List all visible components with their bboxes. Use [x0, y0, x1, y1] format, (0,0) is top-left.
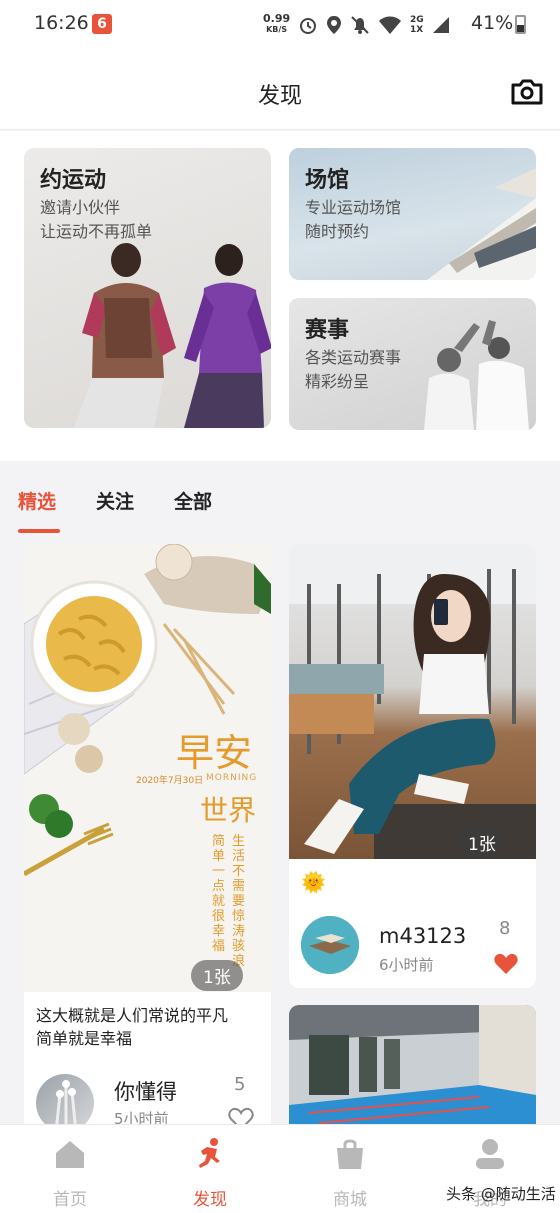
stadium-photo — [427, 168, 536, 280]
wifi-icon — [379, 16, 401, 34]
feature-subtitle-line: 专业运动场馆 — [305, 198, 402, 217]
heart-filled-icon[interactable] — [493, 952, 519, 976]
feature-section: 约运动 邀请小伙伴 让运动不再孤单 场馆 专业运动场馆 随时预约 赛事 各类运动… — [0, 131, 560, 461]
post-caption-line: 简单就是幸福 — [36, 1029, 133, 1048]
network-type: 2G 1X — [410, 15, 424, 35]
tab-following[interactable]: 关注 — [96, 487, 134, 514]
network-label-1x: 1X — [410, 25, 424, 35]
nav-label: 商城 — [333, 1190, 367, 1210]
tab-all[interactable]: 全部 — [174, 487, 212, 514]
feature-title: 场馆 — [305, 168, 350, 193]
like-count: 8 — [499, 918, 511, 939]
user-icon — [476, 1139, 504, 1169]
page-header: 发现 — [0, 50, 560, 130]
feature-card-event[interactable]: 赛事 各类运动赛事 精彩纷呈 — [289, 298, 536, 430]
feature-subtitle-line: 精彩纷呈 — [305, 372, 370, 391]
battery-icon — [515, 15, 526, 34]
home-icon — [56, 1141, 84, 1168]
image-verse-left: 简单一点就很幸福 — [212, 834, 226, 954]
nav-label: 首页 — [53, 1190, 87, 1210]
signal-icon — [432, 17, 449, 33]
gym-selfie-photo — [289, 544, 536, 859]
battery-percent: 41% — [471, 12, 514, 34]
nav-label: 发现 — [193, 1190, 227, 1210]
feature-title: 赛事 — [305, 318, 350, 343]
players-photo — [424, 320, 529, 430]
location-icon — [327, 16, 341, 34]
feature-subtitle-line: 随时预约 — [305, 222, 370, 241]
image-world: 世界 — [200, 794, 257, 827]
post-image[interactable]: 早安 2020年7月30日 MORNING 世界 简单一点就很幸福 生活不需要惊… — [24, 544, 271, 992]
status-icons: 2G 1X — [298, 14, 450, 36]
tab-featured[interactable]: 精选 — [18, 487, 56, 514]
image-verse-right: 生活不需要惊涛骇浪 — [232, 834, 246, 969]
like-count: 5 — [234, 1074, 246, 1095]
camera-icon[interactable] — [510, 78, 544, 106]
nav-item-discover[interactable]: 发现 — [170, 1137, 250, 1210]
feed-post-card[interactable] — [289, 1005, 536, 1135]
avatar[interactable] — [301, 916, 359, 974]
feature-title: 约运动 — [40, 168, 107, 193]
feed-tabs: 精选 关注 全部 — [0, 465, 560, 535]
feature-subtitle: 各类运动赛事 精彩纷呈 — [305, 346, 401, 394]
post-time: 6小时前 — [379, 956, 434, 974]
network-label-2g: 2G — [410, 15, 424, 25]
nav-item-shop[interactable]: 商城 — [310, 1137, 390, 1210]
feed-post-card[interactable]: 早安 2020年7月30日 MORNING 世界 简单一点就很幸福 生活不需要惊… — [24, 544, 271, 1144]
tab-indicator — [18, 529, 60, 533]
image-headline: 早安 — [176, 731, 253, 775]
feature-card-sport[interactable]: 约运动 邀请小伙伴 让运动不再孤单 — [24, 148, 271, 428]
image-count-badge: 1张 — [456, 827, 508, 858]
swimming-pool-photo[interactable] — [289, 1005, 536, 1135]
status-time: 16:26 — [34, 12, 89, 34]
avatar-image — [301, 916, 359, 974]
post-image[interactable]: 1张 — [289, 544, 536, 859]
post-caption-line: 这大概就是人们常说的平凡 — [36, 1006, 229, 1025]
image-morning: MORNING — [206, 773, 258, 783]
feature-subtitle-line: 各类运动赛事 — [305, 348, 402, 367]
image-date: 2020年7月30日 — [136, 776, 204, 786]
watermark: 头条 @随动生活 — [446, 1185, 556, 1203]
network-speed-unit: KB/S — [266, 25, 288, 34]
feature-subtitle: 专业运动场馆 随时预约 — [305, 196, 401, 244]
image-count-badge: 1张 — [191, 960, 243, 991]
post-caption: 这大概就是人们常说的平凡 简单就是幸福 — [36, 1004, 228, 1050]
page-title: 发现 — [257, 84, 302, 109]
feed-post-card[interactable]: 1张 🌞 m43123 6小时前 8 — [289, 544, 536, 988]
feature-subtitle: 邀请小伙伴 让运动不再孤单 — [40, 196, 152, 244]
runner-icon — [199, 1138, 220, 1168]
app-notification-badge: 6 — [92, 14, 112, 34]
post-username[interactable]: m43123 — [379, 924, 466, 948]
alarm-icon — [300, 18, 316, 34]
feature-card-venue[interactable]: 场馆 专业运动场馆 随时预约 — [289, 148, 536, 280]
post-username[interactable]: 你懂得 — [114, 1076, 177, 1106]
post-emoji: 🌞 — [301, 870, 326, 894]
status-bar: 16:26 6 0.99 KB/S 2G 1X 41% — [0, 0, 560, 50]
shopping-bag-icon — [337, 1139, 363, 1169]
mute-bell-icon — [351, 16, 369, 34]
athletes-photo — [74, 243, 271, 428]
feature-subtitle-line: 邀请小伙伴 — [40, 198, 121, 217]
network-speed: 0.99 KB/S — [263, 13, 290, 35]
nav-item-home[interactable]: 首页 — [30, 1137, 110, 1210]
